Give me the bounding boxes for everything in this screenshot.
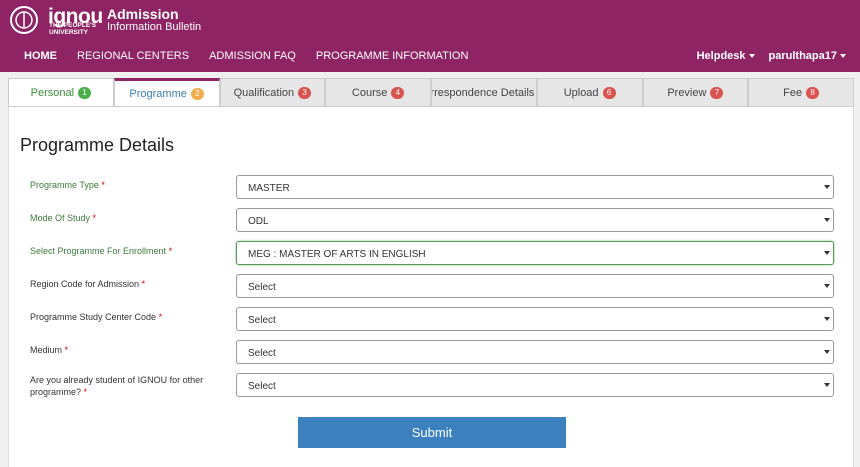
tab-label: Personal [30, 86, 75, 99]
step-badge: 3 [298, 86, 312, 99]
mode-of-study-select[interactable]: ODL [236, 208, 834, 232]
select-value: Select [248, 315, 276, 326]
label-text: Region Code for Admission [30, 279, 140, 289]
nav-right: Helpdesk parulthapa17 [683, 50, 846, 62]
study-center-code-select[interactable]: Select [236, 307, 834, 331]
label-text: Mode Of Study [30, 213, 91, 223]
medium-select[interactable]: Select [236, 340, 834, 364]
app-subtitle: Information Bulletin [107, 21, 202, 33]
tab-preview[interactable]: Preview 7 [642, 78, 749, 107]
step-badge: 4 [391, 86, 405, 99]
chevron-down-icon [824, 218, 830, 222]
chevron-down-icon [824, 317, 830, 321]
nav-regional-centers[interactable]: REGIONAL CENTERS [77, 50, 189, 62]
label-text: Medium [30, 345, 63, 355]
select-value: MEG : MASTER OF ARTS IN ENGLISH [248, 249, 426, 260]
helpdesk-dropdown[interactable]: Helpdesk [697, 50, 755, 62]
main-nav: HOME REGIONAL CENTERS ADMISSION FAQ PROG… [14, 50, 478, 62]
helpdesk-label: Helpdesk [696, 50, 746, 62]
chevron-down-icon [824, 350, 830, 354]
field-label: Medium * [30, 344, 210, 356]
step-badge: 6 [602, 86, 616, 99]
field-label: Are you already student of IGNOU for oth… [30, 374, 210, 398]
field-programme-enrollment: Select Programme For Enrollment * MEG : … [9, 241, 855, 265]
step-badge: 1 [78, 86, 92, 99]
step-tabs: Personal 1 Programme 2 Qualification 3 Cour… [8, 78, 854, 107]
field-region-code: Region Code for Admission * Select [9, 274, 855, 298]
required-mark: * [83, 387, 88, 397]
field-label: Programme Type * [30, 179, 210, 191]
required-mark: * [141, 279, 146, 289]
tab-qualification[interactable]: Qualification 3 [219, 78, 326, 107]
required-mark: * [158, 312, 163, 322]
programme-type-select[interactable]: MASTER [236, 175, 834, 199]
required-mark: * [168, 246, 173, 256]
user-name: parulthapa17 [768, 50, 837, 62]
chevron-down-icon [824, 383, 830, 387]
required-mark: * [64, 345, 69, 355]
chevron-down-icon [824, 185, 830, 189]
select-value: Select [248, 381, 276, 392]
tab-course[interactable]: Course 4 [325, 78, 431, 107]
app-title: Admission [107, 6, 179, 22]
field-mode-of-study: Mode Of Study * ODL [9, 208, 855, 232]
tab-label: Preview [667, 86, 707, 99]
programme-details-panel: Programme Details Programme Type * MASTE… [8, 107, 854, 467]
chevron-down-icon [840, 54, 846, 59]
label-text: Select Programme For Enrollment [30, 246, 167, 256]
tab-correspondence-details[interactable]: Correspondence Details5 [431, 78, 537, 107]
tab-label: Qualification [233, 86, 295, 99]
label-text: Are you already student of IGNOU for oth… [30, 375, 204, 397]
tab-label: Course [351, 86, 388, 99]
chevron-down-icon [748, 54, 755, 59]
submit-button[interactable]: Submit [298, 417, 566, 448]
label-text: Programme Type [30, 180, 99, 190]
select-value: Select [248, 282, 276, 293]
select-value: Select [248, 348, 276, 359]
tab-personal[interactable]: Personal 1 [8, 78, 114, 107]
field-medium: Medium * Select [9, 340, 855, 364]
programme-enrollment-select[interactable]: MEG : MASTER OF ARTS IN ENGLISH [236, 241, 834, 265]
step-badge: 2 [190, 87, 204, 100]
field-study-center-code: Programme Study Center Code * Select [9, 307, 855, 331]
required-mark: * [92, 213, 97, 223]
region-code-select[interactable]: Select [236, 274, 834, 298]
nav-home[interactable]: HOME [24, 50, 57, 62]
field-existing-student: Are you already student of IGNOU for oth… [9, 373, 855, 397]
step-badge: 7 [710, 86, 724, 99]
required-mark: * [101, 180, 105, 190]
page-title: Programme Details [20, 135, 175, 155]
app-header: ignou THE PEOPLE'S UNIVERSITY Admission … [0, 0, 860, 72]
field-label: Mode Of Study * [30, 212, 210, 224]
field-label: Select Programme For Enrollment * [30, 245, 210, 257]
user-menu-dropdown[interactable]: parulthapa17 [769, 50, 846, 62]
select-value: ODL [248, 216, 269, 227]
select-value: MASTER [248, 183, 290, 194]
chevron-down-icon [824, 284, 830, 288]
field-label: Programme Study Center Code * [30, 311, 210, 323]
ignou-logo[interactable]: ignou THE PEOPLE'S UNIVERSITY [8, 4, 103, 36]
nav-admission-faq[interactable]: ADMISSION FAQ [209, 50, 296, 62]
field-programme-type: Programme Type * MASTER [9, 175, 855, 199]
tab-label: Programme [129, 87, 187, 100]
tab-upload[interactable]: Upload 6 [536, 78, 643, 107]
tab-label: Upload [563, 86, 599, 99]
tab-label: Correspondence Details [432, 86, 535, 99]
existing-student-select[interactable]: Select [236, 373, 834, 397]
label-text: Programme Study Center Code [30, 312, 157, 322]
tab-fee[interactable]: Fee 8 [748, 78, 854, 107]
chevron-down-icon [824, 251, 830, 255]
step-badge: 8 [806, 86, 820, 99]
tab-programme[interactable]: Programme 2 [113, 78, 220, 107]
field-label: Region Code for Admission * [30, 278, 210, 290]
ignou-emblem-icon [10, 6, 38, 34]
nav-programme-information[interactable]: PROGRAMME INFORMATION [316, 50, 469, 62]
tab-label: Fee [783, 86, 803, 99]
logo-tagline: THE PEOPLE'S UNIVERSITY [49, 22, 97, 36]
